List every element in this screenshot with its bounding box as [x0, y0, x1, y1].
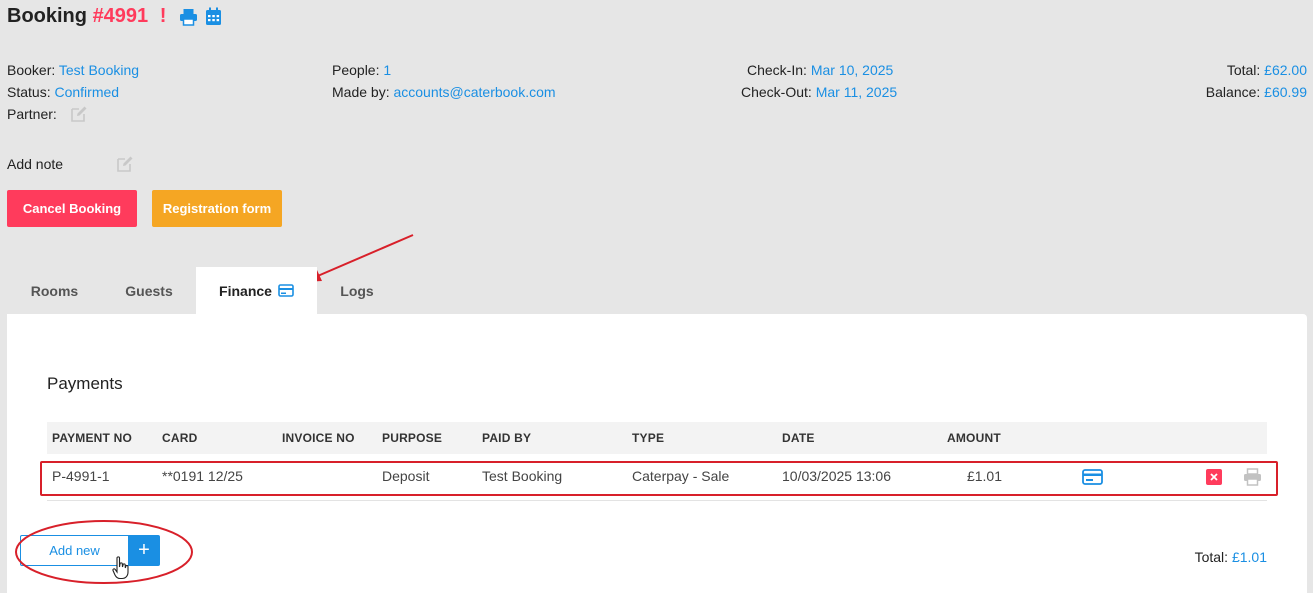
cancel-booking-button[interactable]: Cancel Booking — [7, 190, 137, 227]
payments-title: Payments — [47, 374, 123, 393]
print-receipt-icon[interactable] — [1243, 468, 1262, 486]
cell-type: Caterpay - Sale — [632, 468, 730, 484]
balance-label: Balance: — [1205, 84, 1261, 100]
page-title: Booking #4991 ! — [7, 5, 166, 28]
balance-line: Balance: £60.99 — [1206, 81, 1307, 103]
check-out-value[interactable]: Mar 11, 2025 — [816, 84, 897, 100]
col-invoice-no: INVOICE NO — [282, 431, 355, 445]
title-prefix: Booking — [7, 5, 87, 27]
delete-icon[interactable] — [1206, 469, 1222, 485]
print-icon[interactable] — [179, 8, 198, 26]
col-payment-no: PAYMENT NO — [52, 431, 133, 445]
col-purpose: PURPOSE — [382, 431, 443, 445]
col-card: CARD — [162, 431, 198, 445]
tab-rooms[interactable]: Rooms — [7, 267, 102, 314]
partner-line: Partner: — [7, 103, 57, 125]
annotation-ellipse — [15, 520, 193, 584]
tab-guests[interactable]: Guests — [102, 267, 196, 314]
total-line: Total: £62.00 — [1227, 59, 1307, 81]
balance-value: £60.99 — [1264, 84, 1307, 100]
status-label: Status: — [7, 84, 51, 100]
check-in-line: Check-In: Mar 10, 2025 — [747, 59, 893, 81]
made-by-link[interactable]: accounts@caterbook.com — [393, 84, 555, 100]
edit-note-icon[interactable] — [116, 155, 134, 173]
booker-line: Booker: Test Booking — [7, 59, 139, 81]
people-label: People: — [332, 62, 380, 78]
made-by-label: Made by: — [332, 84, 390, 100]
payments-total-line: Total: £1.01 — [1195, 546, 1267, 568]
status-link[interactable]: Confirmed — [54, 84, 119, 100]
edit-partner-icon[interactable] — [70, 105, 88, 123]
hand-cursor-icon — [112, 556, 129, 580]
check-in-value[interactable]: Mar 10, 2025 — [811, 62, 894, 78]
add-note-label[interactable]: Add note — [7, 153, 63, 175]
cell-paid-by: Test Booking — [482, 468, 563, 484]
check-out-label: Check-Out: — [741, 84, 812, 100]
credit-card-icon — [278, 284, 294, 297]
check-out-line: Check-Out: Mar 11, 2025 — [741, 81, 897, 103]
partner-label: Partner: — [7, 106, 57, 122]
total-label: Total: — [1226, 62, 1261, 78]
people-line: People: 1 — [332, 59, 391, 81]
payments-total-value: £1.01 — [1231, 549, 1267, 565]
cell-purpose: Deposit — [382, 468, 430, 484]
col-amount: AMOUNT — [947, 431, 1001, 445]
tab-finance[interactable]: Finance — [196, 267, 317, 314]
cell-amount: £1.01 — [966, 468, 1002, 484]
total-value: £62.00 — [1264, 62, 1307, 78]
booker-label: Booker: — [7, 62, 56, 78]
tab-logs[interactable]: Logs — [317, 267, 397, 314]
check-in-label: Check-In: — [747, 62, 807, 78]
col-type: TYPE — [632, 431, 665, 445]
alert-mark: ! — [159, 5, 167, 27]
registration-form-button[interactable]: Registration form — [152, 190, 282, 227]
row-divider — [47, 500, 1267, 501]
cell-date: 10/03/2025 13:06 — [782, 468, 891, 484]
cell-card: **0191 12/25 — [162, 468, 243, 484]
card-refund-icon[interactable] — [1082, 469, 1103, 485]
tab-finance-label: Finance — [219, 282, 272, 299]
booker-link[interactable]: Test Booking — [59, 62, 139, 78]
people-value[interactable]: 1 — [383, 62, 391, 78]
cell-payment-no: P-4991-1 — [52, 468, 110, 484]
made-by-line: Made by: accounts@caterbook.com — [332, 81, 556, 103]
col-paid-by: PAID BY — [482, 431, 532, 445]
payments-total-label: Total: — [1194, 549, 1229, 565]
status-line: Status: Confirmed — [7, 81, 119, 103]
col-date: DATE — [782, 431, 815, 445]
calendar-icon[interactable] — [205, 7, 222, 26]
booking-number: #4991 — [92, 5, 149, 27]
